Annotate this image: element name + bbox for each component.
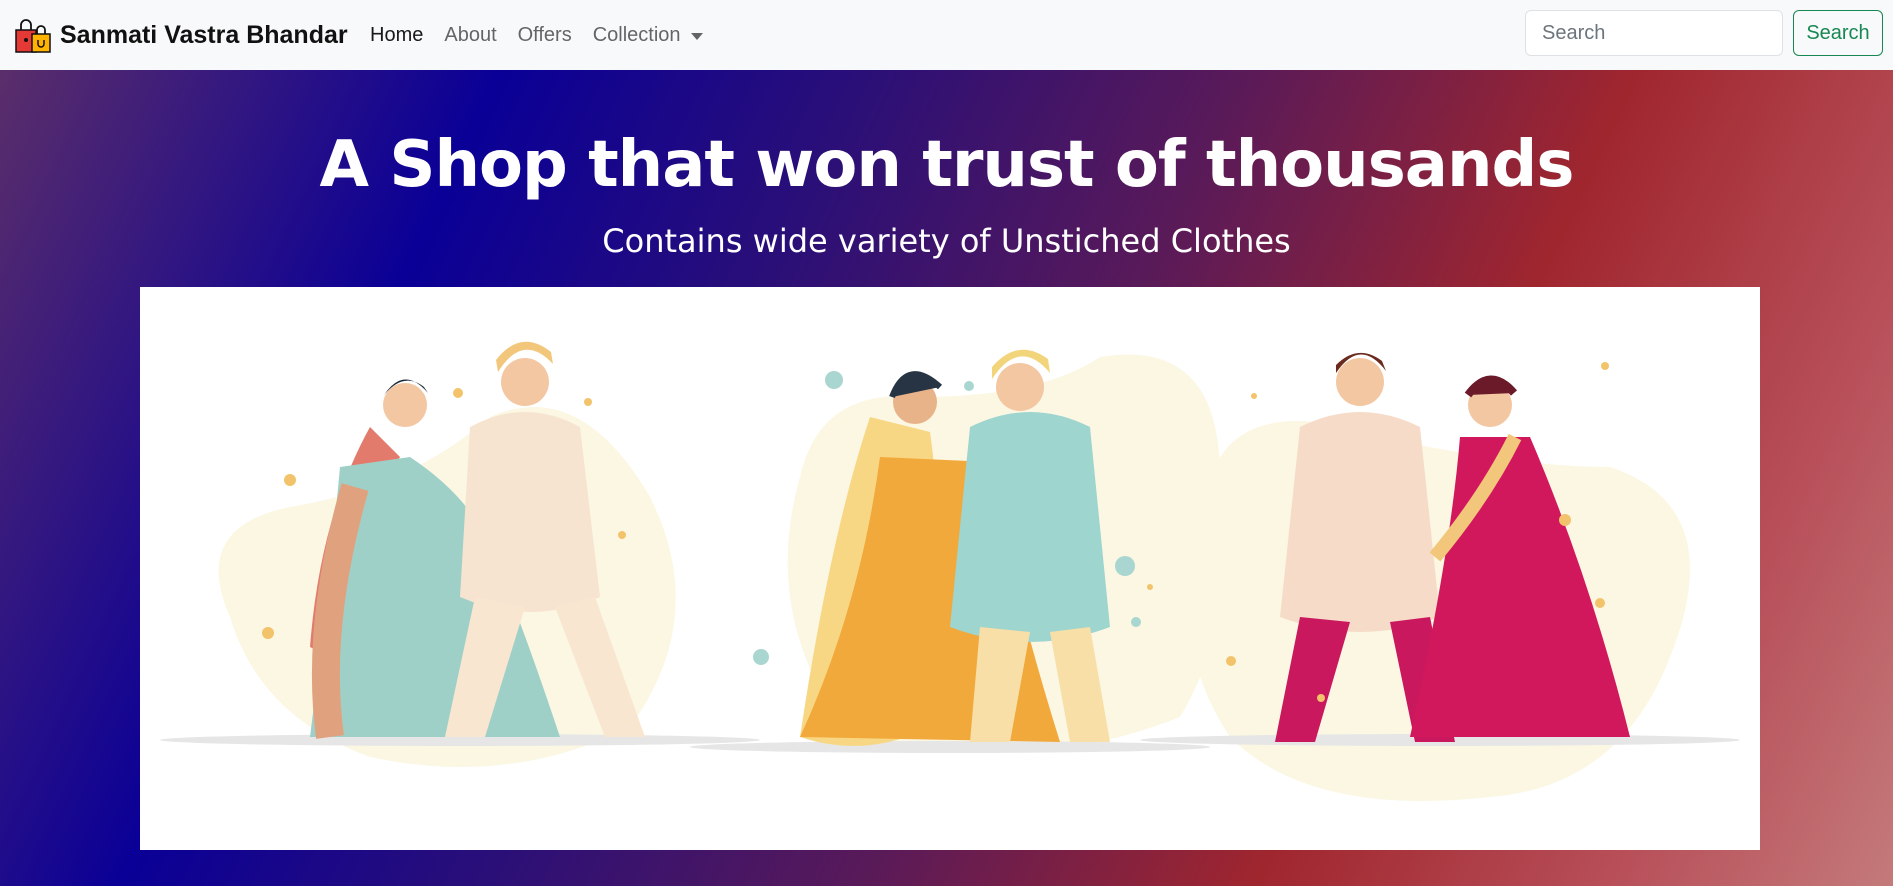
nav-collection-label: Collection	[592, 23, 681, 46]
nav-home[interactable]: Home	[370, 24, 423, 47]
nav-collection-dropdown[interactable]: Collection	[593, 24, 703, 47]
nav-links: Home About Offers Collection	[370, 0, 724, 70]
nav-offers[interactable]: Offers	[518, 24, 572, 47]
hero-section: A Shop that won trust of thousands Conta…	[0, 70, 1893, 886]
chevron-down-icon	[690, 32, 703, 40]
hero-illustration	[140, 287, 1760, 850]
hero-subtitle: Contains wide variety of Unstiched Cloth…	[602, 222, 1291, 260]
shopping-bags-icon	[15, 19, 51, 53]
hero-title: A Shop that won trust of thousands	[319, 128, 1575, 202]
brand-link[interactable]: Sanmati Vastra Bhandar	[14, 16, 348, 54]
navbar: Sanmati Vastra Bhandar Home About Offers…	[0, 0, 1893, 70]
couples-illustration	[160, 341, 1740, 801]
search-input[interactable]	[1525, 10, 1783, 56]
brand-name: Sanmati Vastra Bhandar	[60, 20, 348, 49]
nav-about[interactable]: About	[444, 24, 496, 47]
search-button[interactable]: Search	[1793, 10, 1883, 56]
